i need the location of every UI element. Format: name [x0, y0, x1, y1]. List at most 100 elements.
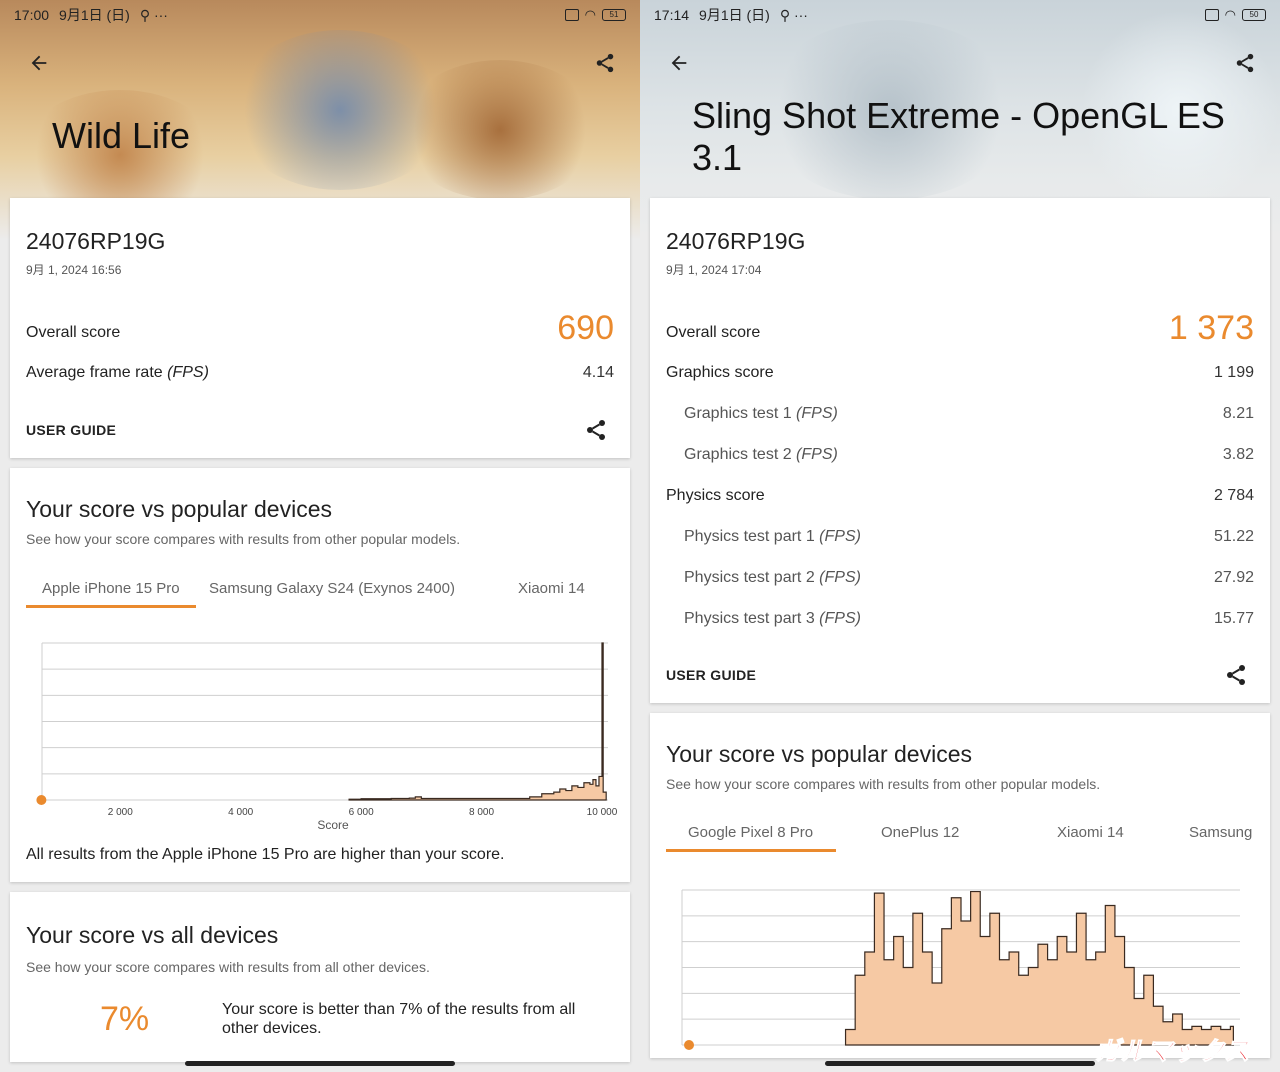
percentile-text: Your score is better than 7% of the resu…	[222, 1001, 576, 1037]
all-devices-card: Your score vs all devices See how your s…	[10, 892, 630, 1062]
score-row-value: 1 199	[1213, 364, 1254, 381]
sim-icon	[1204, 9, 1219, 21]
x-tick-label: 6 000	[349, 807, 374, 818]
score-row-label: Physics score	[666, 487, 765, 504]
watermark-logo: ガルマックス	[1094, 1037, 1250, 1068]
wifi-icon: ◠	[1224, 7, 1236, 22]
location-icon: ⚲ ···	[779, 6, 808, 23]
fps-label: Average frame rate (FPS)	[26, 364, 209, 381]
your-score-marker	[684, 1040, 695, 1050]
score-row: Physics test part 1 (FPS) 51.22	[684, 522, 1254, 552]
status-date: 9月1日 (日)	[59, 7, 130, 23]
section-subtitle: See how your score compares with results…	[26, 531, 461, 547]
score-row-label: Physics test part 1 (FPS)	[684, 528, 861, 545]
share-icon	[596, 53, 614, 73]
score-row-label: Graphics score	[666, 364, 774, 381]
score-row-label: Physics test part 2 (FPS)	[684, 569, 861, 586]
score-row-value: 8.21	[1222, 405, 1254, 422]
svg-text:ガルマックス: ガルマックス	[1094, 1037, 1249, 1067]
distribution-area	[844, 890, 1234, 1046]
x-axis-label: Score	[317, 818, 349, 832]
share-icon	[1236, 53, 1254, 73]
benchmark-title: Sling Shot Extreme - OpenGL ES 3.1	[692, 95, 1225, 178]
score-row: Graphics test 1 (FPS) 8.21	[684, 399, 1254, 429]
fps-value: 4.14	[582, 364, 614, 381]
comparison-text: All results from the Apple iPhone 15 Pro…	[26, 846, 505, 863]
score-row: Physics score 2 784	[666, 481, 1254, 511]
back-button[interactable]	[664, 48, 694, 78]
active-tab-indicator	[26, 605, 196, 608]
section-title: Your score vs popular devices	[26, 496, 332, 522]
x-tick-label: 2 000	[108, 807, 133, 818]
arrow-left-icon	[31, 55, 47, 71]
your-score-marker	[36, 795, 47, 805]
share-icon[interactable]	[584, 418, 608, 442]
test-date: 9月 1, 2024 16:56	[26, 263, 122, 277]
active-tab-indicator	[666, 849, 836, 852]
result-card: 24076RP19G 9月 1, 2024 16:56 Overall scor…	[10, 198, 630, 458]
score-row-value: 27.92	[1213, 569, 1254, 586]
benchmark-title: Wild Life	[52, 115, 191, 156]
score-row: Physics test part 3 (FPS) 15.77	[684, 604, 1254, 634]
x-tick-label: 10 000	[587, 807, 618, 818]
overall-score-value: 1 373	[1168, 308, 1254, 347]
score-distribution-chart	[681, 889, 1240, 1050]
section-title: Your score vs popular devices	[666, 741, 972, 767]
share-icon[interactable]	[1224, 663, 1248, 687]
arrow-left-icon	[671, 55, 687, 71]
device-name: 24076RP19G	[26, 228, 166, 254]
battery-icon: 51	[602, 9, 626, 21]
score-row: Graphics score 1 199	[666, 358, 1254, 388]
percentile-value: 7%	[100, 1000, 150, 1038]
status-bar: 17:14 9月1日 (日) ⚲ ··· ◠ 50	[640, 0, 1280, 30]
x-tick-label: 4 000	[228, 807, 253, 818]
location-icon: ⚲ ···	[139, 6, 168, 23]
back-button[interactable]	[24, 48, 54, 78]
x-tick-label: 8 000	[469, 807, 494, 818]
overall-score-row: Overall score 1 373	[666, 308, 1254, 348]
test-date: 9月 1, 2024 17:04	[666, 263, 762, 277]
wifi-icon: ◠	[584, 7, 596, 22]
user-guide-link[interactable]: USER GUIDE	[26, 422, 116, 438]
fps-row: Average frame rate (FPS) 4.14	[26, 358, 614, 388]
score-row-label: Graphics test 1 (FPS)	[684, 405, 838, 422]
score-row-label: Physics test part 3 (FPS)	[684, 610, 861, 627]
status-time: 17:14	[654, 7, 690, 23]
status-time: 17:00	[14, 7, 50, 23]
score-row-label: Graphics test 2 (FPS)	[684, 446, 838, 463]
overall-score-label: Overall score	[26, 324, 121, 341]
tab-apple-iphone-15-pro[interactable]: Apple iPhone 15 Pro	[42, 580, 180, 607]
section-subtitle: See how your score compares with results…	[666, 776, 1101, 792]
section-subtitle: See how your score compares with results…	[26, 959, 430, 975]
battery-icon: 50	[1242, 9, 1266, 21]
popular-devices-card: Your score vs popular devices See how yo…	[10, 468, 630, 882]
home-indicator[interactable]	[825, 1061, 1095, 1066]
sim-icon	[564, 9, 579, 21]
home-indicator[interactable]	[185, 1061, 455, 1066]
tab-xiaomi-14[interactable]: Xiaomi 14	[1057, 824, 1124, 851]
share-button[interactable]	[1230, 48, 1260, 78]
score-row: Graphics test 2 (FPS) 3.82	[684, 440, 1254, 470]
tab-oneplus-12[interactable]: OnePlus 12	[881, 824, 959, 851]
tab-google-pixel-8-pro[interactable]: Google Pixel 8 Pro	[688, 824, 813, 851]
device-name: 24076RP19G	[666, 228, 806, 254]
section-title: Your score vs all devices	[26, 922, 279, 948]
tab-samsung-galaxy-s24[interactable]: Samsung Galaxy S24 (Exynos 2400)	[209, 580, 455, 607]
user-guide-link[interactable]: USER GUIDE	[666, 667, 756, 683]
status-date: 9月1日 (日)	[699, 7, 770, 23]
tab-samsung[interactable]: Samsung	[1189, 824, 1252, 851]
overall-score-label: Overall score	[666, 324, 761, 341]
score-row-value: 3.82	[1222, 446, 1254, 463]
popular-devices-card: Your score vs popular devices See how yo…	[650, 713, 1270, 1058]
tab-xiaomi-14[interactable]: Xiaomi 14	[518, 580, 585, 607]
score-row: Physics test part 2 (FPS) 27.92	[684, 563, 1254, 593]
result-card: 24076RP19G 9月 1, 2024 17:04 Overall scor…	[650, 198, 1270, 703]
overall-score-value: 690	[557, 308, 614, 347]
overall-score-row: Overall score 690	[26, 308, 614, 348]
score-distribution-chart: 2 000 4 000 6 000 8 000 10 000 Score	[36, 642, 618, 832]
sling-shot-result-screen: 17:14 9月1日 (日) ⚲ ··· ◠ 50 Sling Shot Ext…	[640, 0, 1280, 1072]
share-button[interactable]	[590, 48, 620, 78]
score-row-value: 15.77	[1213, 610, 1254, 627]
score-row-value: 51.22	[1213, 528, 1254, 545]
wild-life-result-screen: 17:00 9月1日 (日) ⚲ ··· ◠ 51 Wild Life 2407…	[0, 0, 640, 1072]
